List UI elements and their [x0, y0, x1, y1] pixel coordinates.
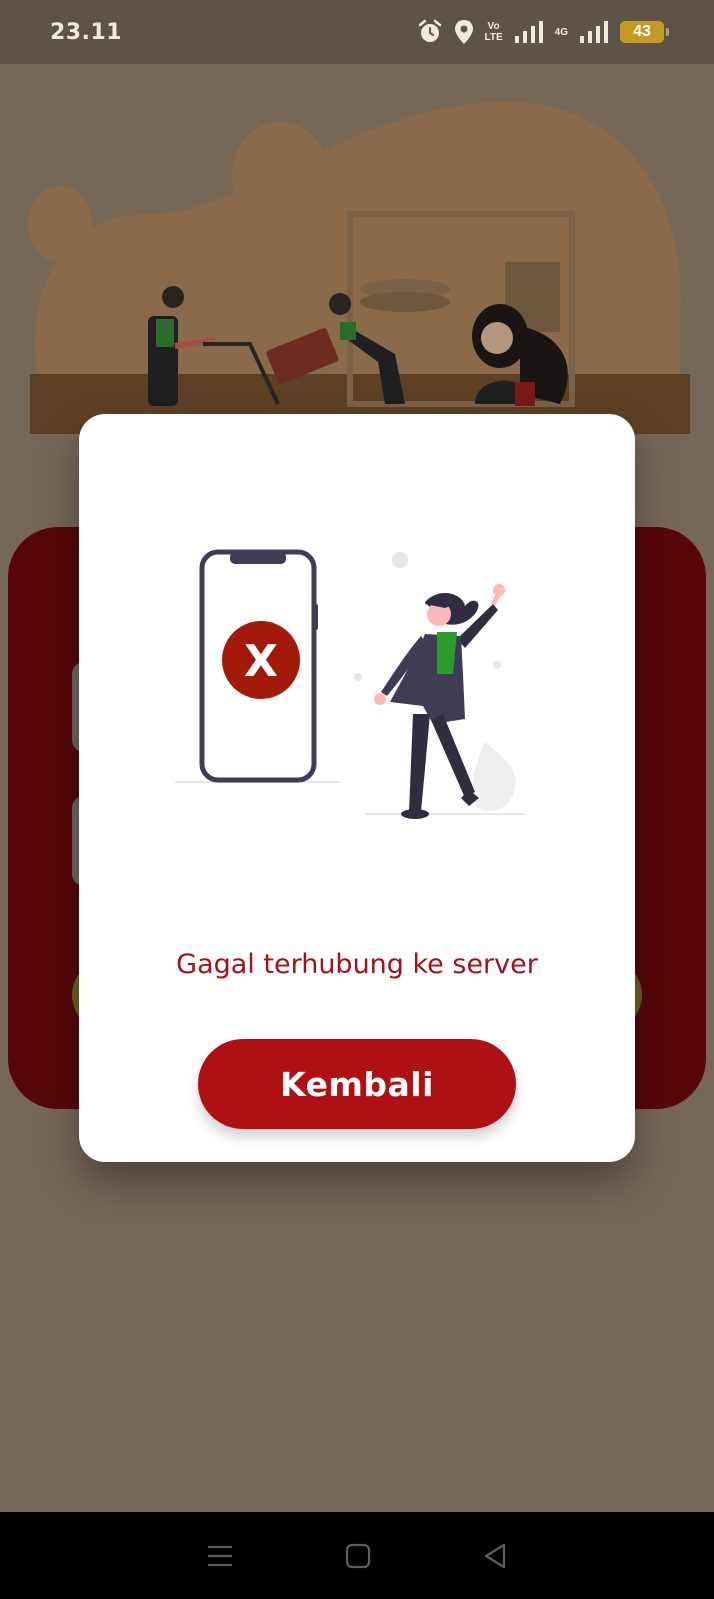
back-button[interactable]: Kembali: [198, 1039, 516, 1129]
signal-icon-1: [514, 21, 543, 43]
error-dialog: X Gagal terhubung ke server Kembali: [79, 414, 635, 1162]
signal-icon-2: [580, 21, 608, 43]
person-waving-illustration: [354, 552, 525, 819]
data-indicator: 4G: [555, 27, 568, 38]
screen: 23.11 Vo LTE 4G 43 X Gagal terhubung ke …: [0, 0, 714, 1599]
menu-icon[interactable]: [206, 1544, 234, 1568]
home-icon[interactable]: [345, 1543, 371, 1569]
volte-indicator: Vo LTE: [485, 21, 503, 43]
error-mark: X: [244, 636, 278, 687]
error-message: Gagal terhubung ke server: [176, 949, 538, 980]
status-time: 23.11: [50, 19, 123, 45]
phone-error-icon: X: [175, 549, 340, 783]
battery-level: 43: [633, 23, 651, 40]
volte-bottom: LTE: [484, 32, 503, 43]
alarm-icon: [418, 19, 441, 42]
data-label: 4G: [554, 26, 568, 38]
navigation-bar: [0, 1512, 714, 1599]
connection-error-illustration: X: [175, 549, 525, 819]
status-icons: Vo LTE 4G 43: [417, 19, 669, 45]
location-icon: [454, 20, 473, 44]
battery-indicator: 43: [620, 21, 669, 43]
back-icon[interactable]: [482, 1543, 508, 1569]
status-bar: 23.11 Vo LTE 4G 43: [0, 0, 714, 64]
volte-top: Vo: [487, 21, 500, 32]
